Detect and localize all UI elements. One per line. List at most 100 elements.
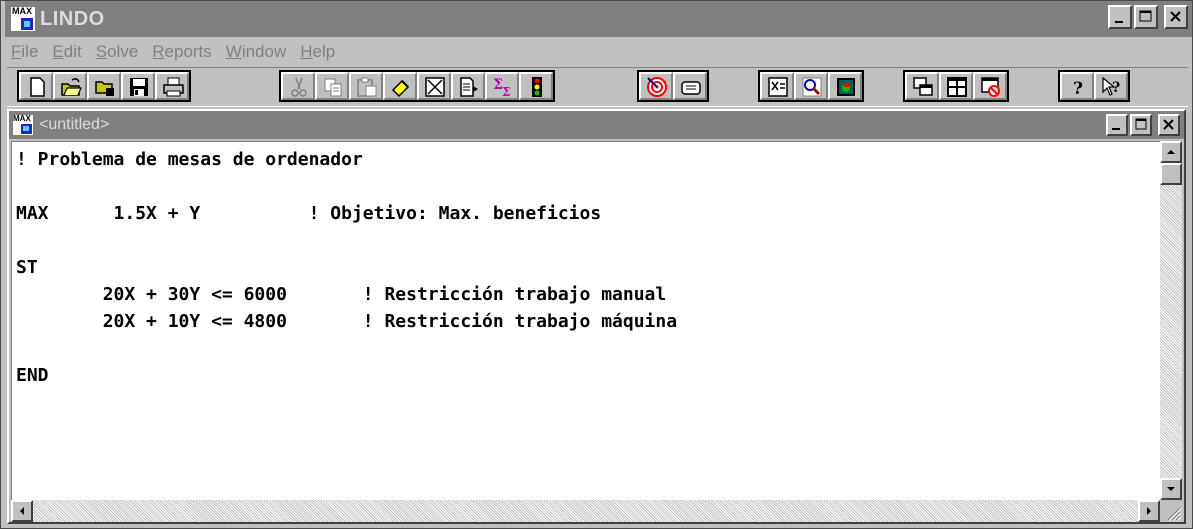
close-window-button[interactable] [417,72,451,100]
code-line: 20X + 30Y <= 6000 ! Restricción trabajo … [16,284,667,305]
cut-icon [291,77,307,97]
cut-button[interactable] [281,72,315,100]
tile-button[interactable] [939,72,973,100]
view-file-button[interactable] [87,72,121,100]
arrow-left-icon [20,507,24,515]
document-icon[interactable]: MAX [12,114,34,136]
menu-edit[interactable]: Edit [52,42,81,62]
main-window-client: MAX LINDO File Edit Solve Reports Window Help [5,1,1192,528]
close-x-icon [1163,119,1174,130]
sigma-icon: ΣΣ [493,77,510,98]
menu-solve[interactable]: Solve [96,42,139,62]
close-all-icon [981,77,1000,97]
cascade-button[interactable] [905,72,939,100]
context-help-icon: ? [1102,76,1120,96]
find-button[interactable] [794,72,828,100]
paste-button[interactable] [349,72,383,100]
new-file-button[interactable] [19,72,53,100]
toolbar-group-reports [758,70,864,102]
picture-button[interactable] [828,72,862,100]
minimize-icon [1112,128,1120,130]
solve-sigma-button[interactable]: ΣΣ [485,72,519,100]
document-title-bar[interactable]: MAX <untitled> [9,111,1184,139]
untitled-document-window: MAX <untitled> ! Problema de mesas de or… [7,109,1186,524]
clear-icon [391,79,410,98]
toolbar-group-solve [637,70,709,102]
svg-text:?: ? [1112,80,1120,96]
tile-icon [947,77,967,97]
paste-symbol-button[interactable] [451,72,485,100]
copy-button[interactable] [315,72,349,100]
svg-text:?: ? [1073,79,1083,98]
save-button[interactable] [121,72,155,100]
horizontal-scrollbar[interactable] [11,500,1160,522]
new-file-icon [30,77,45,97]
menu-reports[interactable]: Reports [152,42,212,62]
open-file-button[interactable] [53,72,87,100]
cascade-icon [913,77,933,96]
maximize-button[interactable] [1134,5,1158,29]
menu-file[interactable]: File [11,42,38,62]
vertical-scroll-thumb[interactable] [1160,163,1182,185]
scroll-up-button[interactable] [1160,141,1182,163]
code-line: END [16,365,49,386]
formula-button[interactable] [760,72,794,100]
arrow-up-icon [1167,150,1175,154]
app-title: LINDO [40,7,105,30]
size-grip[interactable] [1160,500,1182,522]
close-button[interactable] [1164,5,1188,29]
document-window-controls [1106,114,1180,136]
document-minimize-button[interactable] [1106,114,1128,136]
toolbar-group-help: ? ? [1058,70,1130,102]
svg-text:Σ: Σ [502,85,510,98]
toolbar-group-file [17,70,191,102]
formula-icon [768,77,788,97]
picture-icon [837,78,855,96]
menu-help[interactable]: Help [300,42,335,62]
command-button[interactable] [673,72,707,100]
window-controls [1108,5,1188,29]
command-icon [681,81,701,95]
close-all-button[interactable] [973,72,1007,100]
print-button[interactable] [155,72,189,100]
open-file-icon [61,78,82,96]
menu-bar: File Edit Solve Reports Window Help [5,39,349,65]
code-line: MAX 1.5X + Y ! Objetivo: Max. beneficios [16,203,602,224]
maximize-icon [1135,118,1147,130]
view-file-icon [95,81,114,96]
find-icon [802,77,822,97]
scroll-left-button[interactable] [11,500,33,522]
help-button[interactable]: ? [1060,72,1094,100]
copy-icon [324,78,342,97]
minimize-icon [1115,21,1123,23]
model-code: ! Problema de mesas de ordenador MAX 1.5X… [16,146,677,389]
lindo-app-icon[interactable]: MAX [10,6,36,32]
minimize-button[interactable] [1108,5,1132,29]
close-icon [425,77,445,97]
target-button[interactable] [639,72,673,100]
vertical-scrollbar[interactable] [1160,141,1182,500]
traffic-light-button[interactable] [519,72,553,100]
code-line: 20X + 10Y <= 4800 ! Restricción trabajo … [16,311,678,332]
menu-window[interactable]: Window [226,42,286,62]
context-help-button[interactable]: ? [1094,72,1128,100]
clear-button[interactable] [383,72,417,100]
traffic-light-icon [532,77,542,97]
scroll-down-button[interactable] [1160,478,1182,500]
model-text-editor[interactable]: ! Problema de mesas de ordenador MAX 1.5X… [11,141,1160,500]
help-icon: ? [1073,79,1083,98]
app-title-bar[interactable]: MAX LINDO [5,1,1192,37]
toolbar-group-edit: ΣΣ [279,70,555,102]
toolbar: ΣΣ ? ? [7,67,1188,107]
scroll-right-button[interactable] [1138,500,1160,522]
document-maximize-button[interactable] [1130,114,1152,136]
paste-icon [357,77,377,97]
target-icon [647,77,667,97]
document-title: <untitled> [39,116,110,133]
lindo-main-window: MAX LINDO File Edit Solve Reports Window Help [0,0,1193,529]
document-close-button[interactable] [1158,114,1180,136]
paste-symbol-icon [460,77,478,97]
